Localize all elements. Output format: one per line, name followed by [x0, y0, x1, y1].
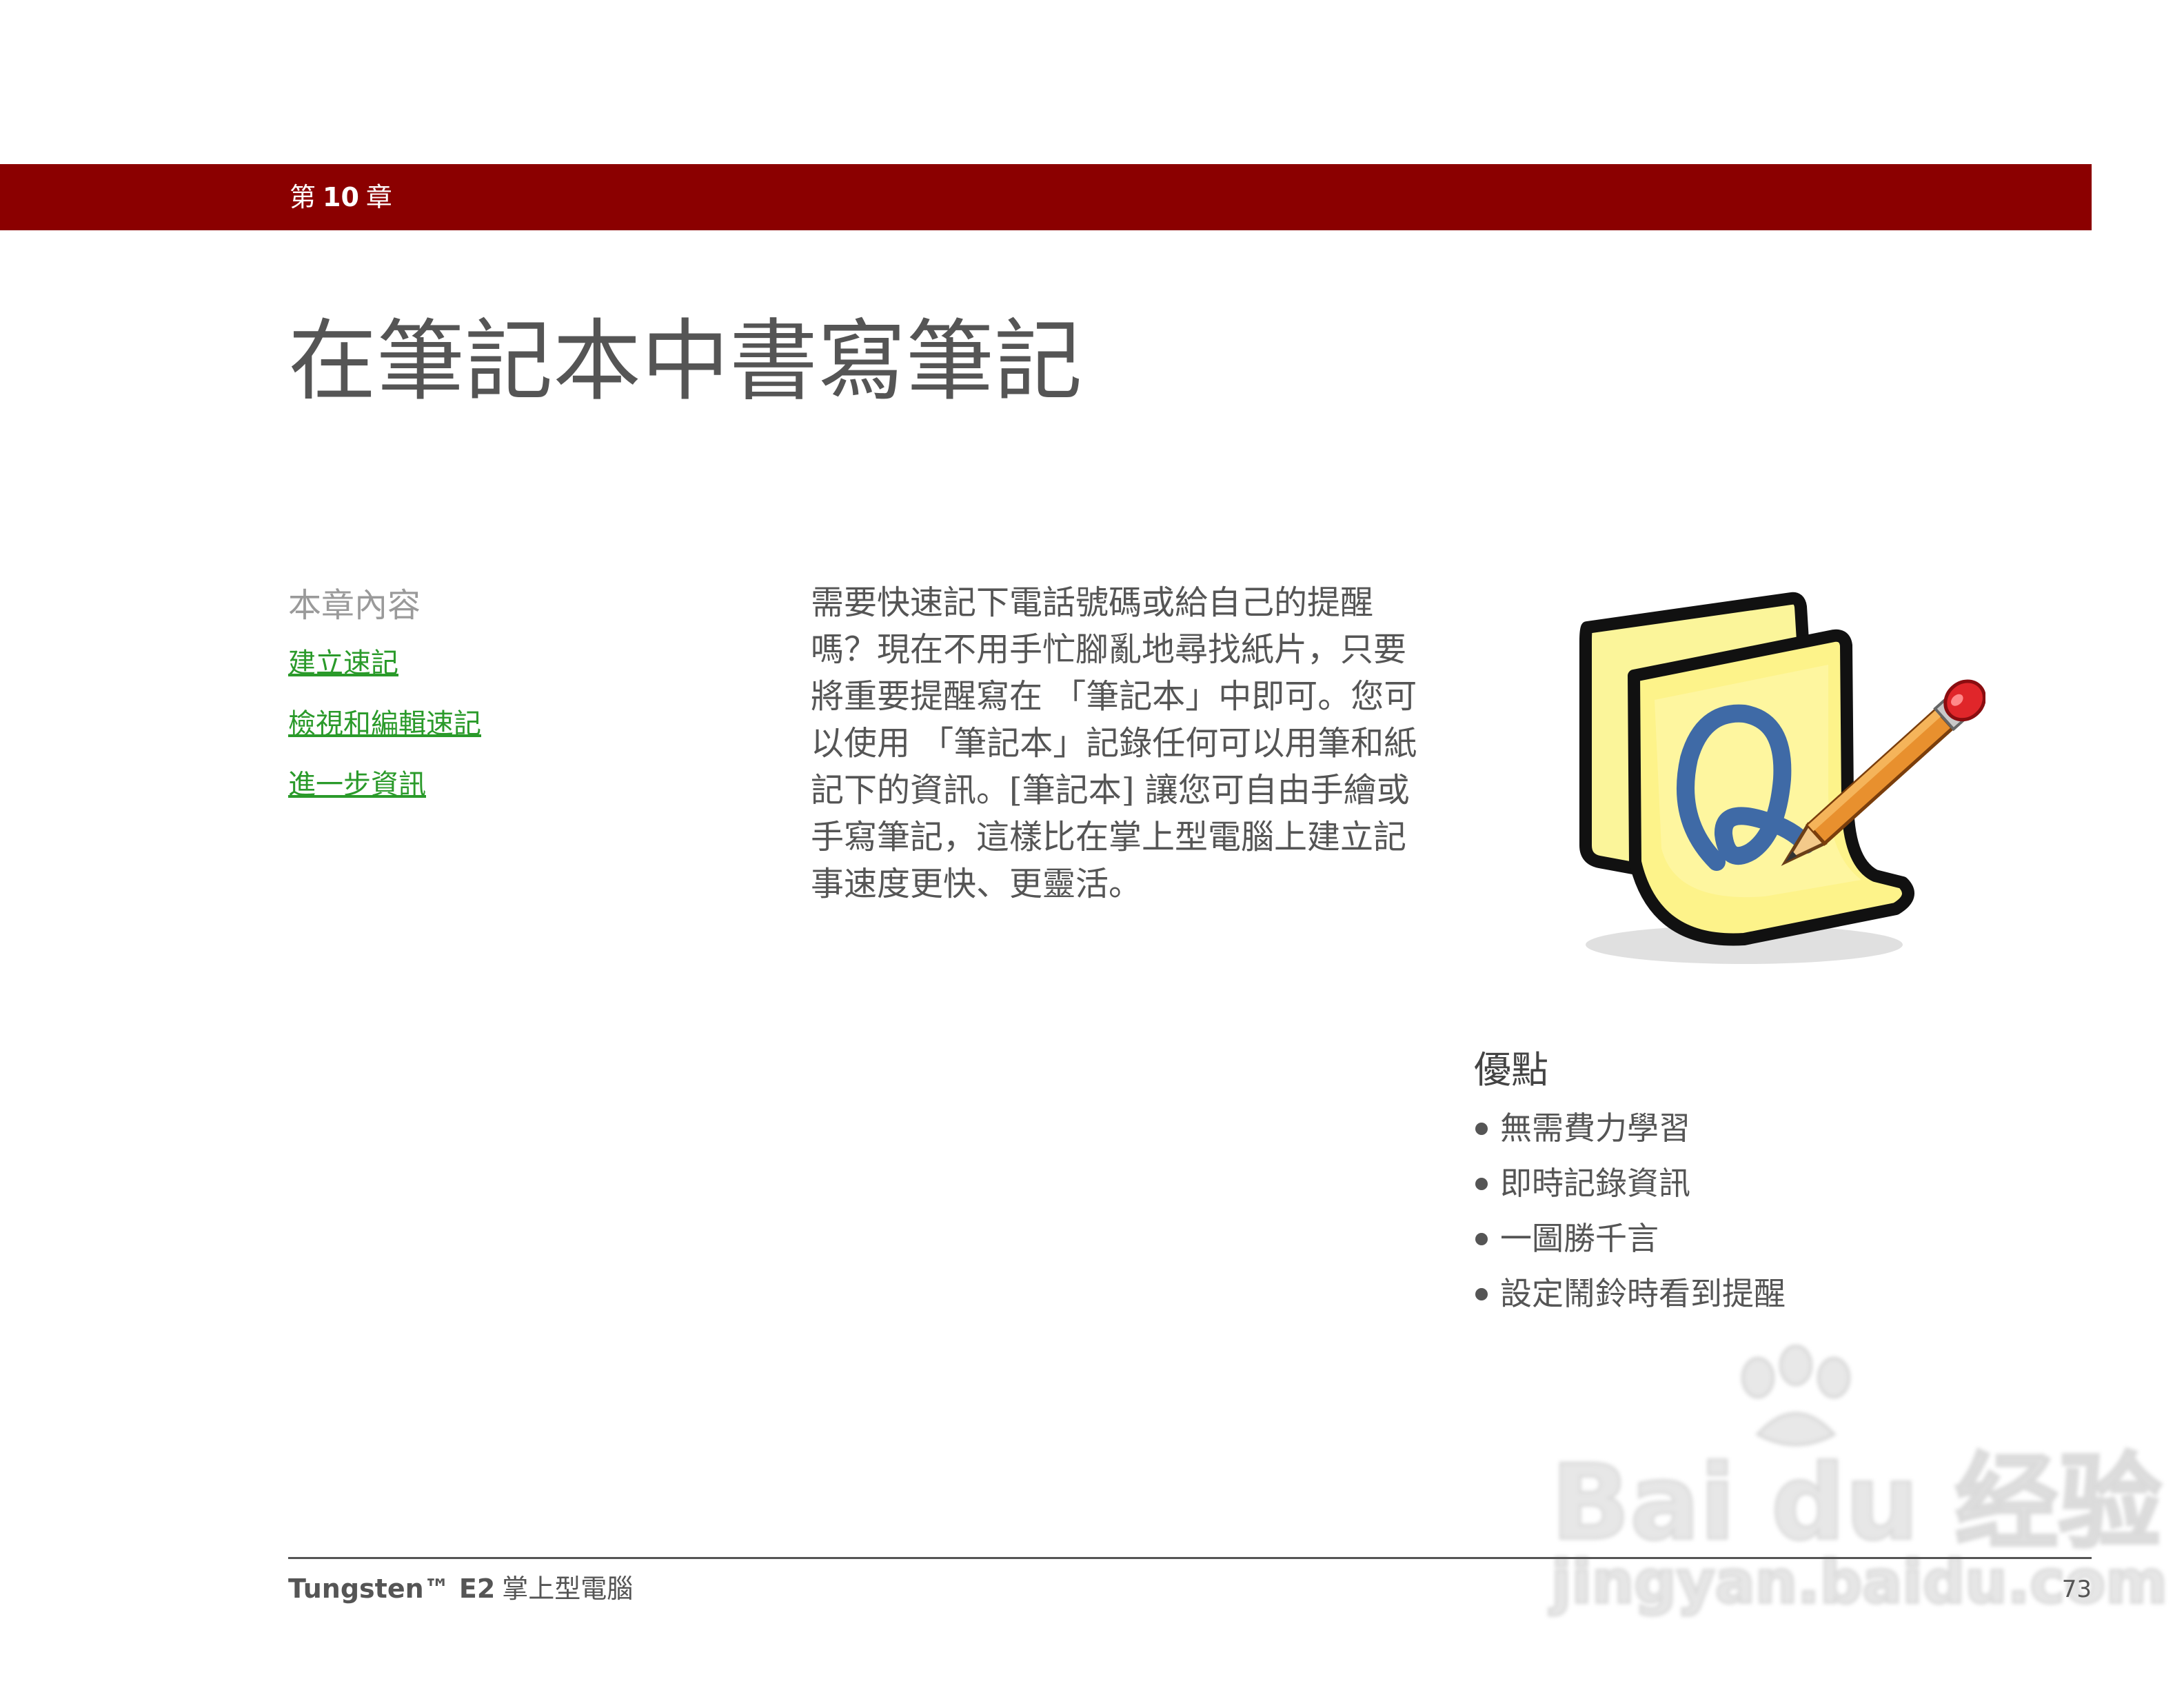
- benefit-text: 一圖勝千言: [1500, 1220, 1659, 1257]
- bullet-icon: [1475, 1233, 1488, 1245]
- chapter-number: 10: [323, 182, 359, 212]
- intro-line: 手寫筆記，這樣比在掌上型電腦上建立記: [811, 818, 1407, 856]
- benefit-item: 設定鬧鈴時看到提醒: [1474, 1266, 2081, 1321]
- intro-line: 嗎？現在不用手忙腳亂地尋找紙片，只要: [811, 630, 1407, 669]
- toc-link-create-quick-note[interactable]: 建立速記: [288, 645, 771, 681]
- benefits-heading: 優點: [1474, 1048, 1548, 1092]
- chapter-prefix: 第: [290, 182, 316, 212]
- chapter-suffix: 章: [365, 182, 392, 212]
- bullet-icon: [1475, 1178, 1488, 1190]
- benefit-item: 無需費力學習: [1474, 1101, 2081, 1156]
- note-pad-icon: [1558, 572, 1986, 972]
- benefit-text: 設定鬧鈴時看到提醒: [1500, 1275, 1786, 1312]
- benefit-item: 一圖勝千言: [1474, 1211, 2081, 1266]
- baidu-watermark: Bai du 经验 jingyan.baidu.com: [1550, 1345, 2169, 1615]
- footer-product: Tungsten™ E2 掌上型電腦: [288, 1571, 633, 1607]
- benefit-text: 無需費力學習: [1500, 1109, 1690, 1147]
- benefits-section: 優點 無需費力學習 即時記錄資訊 一圖勝千言 設定鬧鈴時看到提醒: [1474, 1045, 2081, 1321]
- chapter-label: 第 10 章: [290, 164, 392, 230]
- page-number: 73: [2061, 1576, 2092, 1603]
- bullet-icon: [1475, 1123, 1488, 1135]
- paw-icon: [1741, 1345, 1851, 1447]
- intro-line: 以使用 「筆記本」記錄任何可以用筆和紙: [811, 724, 1417, 763]
- footer-brand: Tungsten™ E2: [288, 1574, 496, 1604]
- watermark-main-text: Bai du 经验: [1550, 1443, 2163, 1563]
- chapter-contents: 本章內容 建立速記 檢視和編輯速記 進一步資訊: [288, 583, 771, 827]
- intro-line: 需要快速記下電話號碼或給自己的提醒: [811, 583, 1374, 622]
- benefit-item: 即時記錄資訊: [1474, 1156, 2081, 1211]
- intro-paragraph: 需要快速記下電話號碼或給自己的提醒 嗎？現在不用手忙腳亂地尋找紙片，只要 將重要…: [811, 579, 1431, 907]
- footer-divider: [288, 1557, 2092, 1559]
- page-title: 在筆記本中書寫筆記: [288, 310, 1083, 413]
- bullet-icon: [1475, 1288, 1488, 1300]
- intro-line: 記下的資訊。[筆記本] 讓您可自由手繪或: [811, 771, 1410, 810]
- toc-link-more-info[interactable]: 進一步資訊: [288, 767, 771, 803]
- chapter-contents-heading: 本章內容: [288, 586, 421, 625]
- intro-line: 事速度更快、更靈活。: [811, 865, 1142, 903]
- chapter-header-bar: 第 10 章: [0, 164, 2092, 230]
- toc-link-view-edit-quick-note[interactable]: 檢視和編輯速記: [288, 706, 771, 742]
- intro-line: 將重要提醒寫在 「筆記本」中即可。您可: [811, 677, 1417, 716]
- benefit-text: 即時記錄資訊: [1500, 1165, 1690, 1202]
- footer-product-name: 掌上型電腦: [502, 1574, 634, 1604]
